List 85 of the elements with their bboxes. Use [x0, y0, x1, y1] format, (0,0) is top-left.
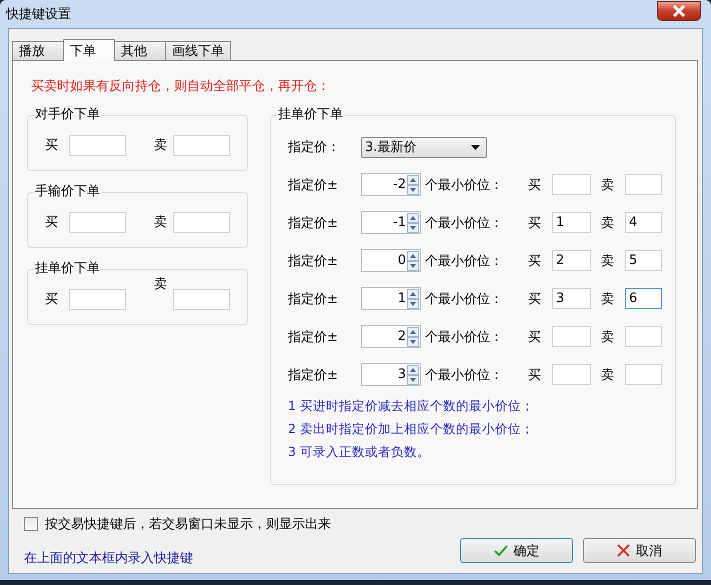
buy-field[interactable]: [69, 134, 126, 156]
offset-label: 指定价±: [288, 176, 339, 194]
offset-spinbox[interactable]: -2: [361, 173, 421, 196]
offset-label: 指定价±: [288, 214, 339, 232]
price-dropdown[interactable]: 3.最新价: [361, 136, 487, 158]
cancel-button[interactable]: 取消: [583, 538, 696, 563]
sell-label: 卖: [154, 214, 168, 231]
group-title: 挂单价下单: [34, 261, 101, 277]
buy-label: 买: [528, 290, 542, 308]
sell-label: 卖: [154, 276, 168, 292]
sell-label: 卖: [601, 252, 615, 270]
sell-field[interactable]: 6: [625, 288, 662, 309]
warning-text: 买卖时如果有反向持仓，则自动全部平仓，再开仓：: [31, 78, 331, 95]
dropdown-arrow-icon: [471, 144, 480, 150]
tab[interactable]: 播放: [12, 41, 64, 60]
unit-label: 个最小价位：: [425, 328, 504, 346]
offset-label: 指定价±: [288, 290, 339, 308]
tab[interactable]: 画线下单: [165, 41, 231, 60]
sell-field[interactable]: [625, 364, 662, 385]
offset-label: 指定价±: [288, 328, 339, 346]
close-button[interactable]: [657, 1, 701, 21]
note-text: 3 可录入正数或者负数。: [288, 444, 431, 461]
buy-field[interactable]: 2: [552, 250, 591, 271]
window-title: 快捷键设置: [6, 6, 71, 23]
sell-label: 卖: [601, 290, 615, 308]
sell-label: 卖: [601, 328, 615, 346]
group-title: 挂单价下单: [277, 107, 344, 123]
spin-arrows-icon: [407, 174, 419, 194]
buy-field[interactable]: [69, 288, 126, 310]
buy-label: 买: [528, 252, 542, 270]
unit-label: 个最小价位：: [425, 366, 504, 384]
buy-label: 买: [45, 291, 59, 308]
unit-label: 个最小价位：: [425, 214, 504, 232]
sell-field[interactable]: 5: [625, 250, 662, 271]
unit-label: 个最小价位：: [425, 252, 504, 270]
sell-field[interactable]: 4: [625, 212, 662, 233]
sell-field[interactable]: [173, 288, 230, 310]
spin-arrows-icon: [407, 250, 419, 270]
price-label: 指定价：: [288, 139, 341, 156]
group-title: 手输价下单: [34, 184, 101, 200]
spin-arrows-icon: [407, 364, 419, 384]
buy-field[interactable]: 1: [552, 212, 591, 233]
sell-field[interactable]: [173, 134, 230, 156]
buy-field[interactable]: 3: [552, 288, 591, 309]
cross-icon: [617, 544, 630, 557]
buy-label: 买: [528, 214, 542, 232]
spin-arrows-icon: [407, 288, 419, 308]
offset-spinbox[interactable]: 0: [361, 249, 421, 272]
checkmark-icon: [494, 544, 508, 556]
tab[interactable]: 下单: [63, 39, 115, 61]
note-text: 1 买进时指定价减去相应个数的最小价位；: [288, 398, 535, 415]
offset-spinbox[interactable]: 2: [361, 325, 421, 348]
spin-arrows-icon: [407, 212, 419, 232]
sell-label: 卖: [601, 176, 615, 194]
sell-field[interactable]: [625, 174, 662, 195]
buy-field[interactable]: [552, 364, 591, 385]
buy-label: 买: [45, 214, 59, 231]
close-icon: [671, 5, 687, 17]
unit-label: 个最小价位：: [425, 290, 504, 308]
sell-label: 卖: [154, 137, 168, 154]
buy-label: 买: [45, 137, 59, 154]
tab[interactable]: 其他: [114, 41, 166, 60]
buy-field[interactable]: [552, 326, 591, 347]
checkbox-label: 按交易快捷键后，若交易窗口未显示，则显示出来: [45, 516, 331, 533]
group-title: 对手价下单: [34, 107, 101, 123]
sell-label: 卖: [601, 366, 615, 384]
hint-text: 在上面的文本框内录入快捷键: [24, 550, 194, 567]
sell-field[interactable]: [625, 326, 662, 347]
offset-spinbox[interactable]: 1: [361, 287, 421, 310]
offset-spinbox[interactable]: -1: [361, 211, 421, 234]
unit-label: 个最小价位：: [425, 176, 504, 194]
buy-label: 买: [528, 176, 542, 194]
ok-button[interactable]: 确定: [460, 538, 573, 563]
note-text: 2 卖出时指定价加上相应个数的最小价位；: [288, 421, 535, 438]
offset-label: 指定价±: [288, 366, 339, 384]
checkbox[interactable]: [24, 517, 38, 531]
sell-label: 卖: [601, 214, 615, 232]
buy-field[interactable]: [552, 174, 591, 195]
buy-field[interactable]: [69, 212, 126, 232]
spin-arrows-icon: [407, 326, 419, 346]
offset-spinbox[interactable]: 3: [361, 363, 421, 386]
buy-label: 买: [528, 328, 542, 346]
sell-field[interactable]: [173, 212, 230, 232]
buy-label: 买: [528, 366, 542, 384]
offset-label: 指定价±: [288, 252, 339, 270]
